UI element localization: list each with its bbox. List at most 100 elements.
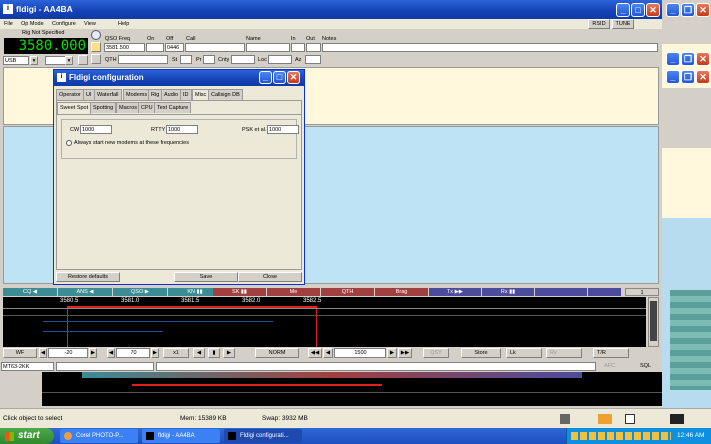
macro-page[interactable]: 1 [625, 288, 659, 296]
norm-button[interactable]: NORM [255, 348, 299, 358]
mode-select[interactable]: USB [3, 56, 29, 65]
range-down-icon[interactable]: ◀ [107, 348, 115, 358]
config-close-icon[interactable]: ✕ [287, 71, 300, 84]
macro-11[interactable] [535, 288, 587, 296]
macro-8[interactable]: Brag [375, 288, 428, 296]
psk-sweet-spot-field[interactable]: 1000 [267, 125, 299, 134]
close-button[interactable]: Close [238, 272, 302, 282]
notes-field[interactable] [322, 43, 658, 52]
tray-app-icon-4[interactable] [670, 414, 684, 424]
rig-circle-icon[interactable] [91, 30, 101, 40]
macro-9[interactable]: Tx ▶▶ [429, 288, 481, 296]
zoom-button[interactable]: x1 [163, 348, 189, 358]
rst-out-field[interactable] [306, 43, 321, 52]
wf-right-icon[interactable]: ▶ [223, 348, 235, 358]
tr-button[interactable]: T/R [593, 348, 629, 358]
bg3-minimize-icon[interactable]: _ [666, 70, 680, 84]
azimuth-field[interactable] [305, 55, 321, 64]
save-button[interactable]: Save [174, 272, 238, 282]
bg-minimize-icon[interactable]: _ [666, 3, 680, 17]
task-config[interactable]: Fldigi configurati... [224, 429, 302, 443]
fast-fwd-icon[interactable]: ▶▶ [398, 348, 412, 358]
fast-back-icon[interactable]: ◀◀ [308, 348, 322, 358]
subtab-sweet-spot[interactable]: Sweet Spot [57, 102, 92, 114]
macro-6[interactable]: Me [267, 288, 320, 296]
fwd-icon[interactable]: ▶ [387, 348, 397, 358]
afc-label[interactable]: AFC [604, 363, 615, 369]
bg2-restore-icon[interactable]: ❐ [681, 52, 695, 66]
mode-dropdown-icon[interactable]: ▾ [30, 56, 38, 65]
tab-audio[interactable]: Audio [161, 89, 182, 100]
reverse-button[interactable]: Rv [546, 348, 582, 358]
rst-in-field[interactable] [291, 43, 305, 52]
menu-view[interactable]: View [84, 21, 96, 27]
always-start-checkbox[interactable] [66, 140, 72, 146]
range-field[interactable]: 70 [116, 348, 150, 358]
rtty-sweet-spot-field[interactable]: 1000 [166, 125, 198, 134]
macro-1[interactable]: CQ ◀ [3, 288, 57, 296]
subtab-text-capture[interactable]: Text Capture [154, 102, 192, 113]
tab-waterfall[interactable]: Waterfall [94, 89, 122, 100]
ref-up-icon[interactable]: ▶ [89, 348, 97, 358]
qsy-button[interactable]: QSY [423, 348, 449, 358]
bg3-close-icon[interactable]: ✕ [696, 70, 710, 84]
tab-modems[interactable]: Modems [123, 89, 151, 100]
carrier-field[interactable]: 1500 [334, 348, 386, 358]
qso-freq-field[interactable]: 3581.500 [104, 43, 145, 52]
range-up-icon[interactable]: ▶ [151, 348, 159, 358]
tune-button[interactable]: TUNE [612, 19, 634, 29]
bg-restore-icon[interactable]: ❐ [681, 3, 695, 17]
sql-label[interactable]: SQL [640, 363, 651, 369]
tray-icons[interactable] [571, 432, 671, 440]
mode-status[interactable]: MT63-2KK [1, 362, 54, 371]
lock-button[interactable]: Lk [506, 348, 542, 358]
ref-level-field[interactable]: -20 [48, 348, 88, 358]
bg-close-icon[interactable]: ✕ [696, 3, 710, 17]
config-maximize-icon[interactable]: □ [273, 71, 286, 84]
tab-ui[interactable]: UI [83, 89, 95, 100]
rig-icon-1[interactable] [78, 55, 88, 65]
macro-10[interactable]: Rx ▮▮ [482, 288, 534, 296]
main-titlebar[interactable]: i fldigi - AA4BA [0, 0, 662, 19]
on-time-field[interactable] [146, 43, 164, 52]
tab-operator[interactable]: Operator [56, 89, 84, 100]
task-fldigi[interactable]: fldigi - AA4BA [142, 429, 220, 443]
config-minimize-icon[interactable]: _ [259, 71, 272, 84]
main-minimize-icon[interactable]: _ [616, 3, 630, 17]
main-maximize-icon[interactable]: □ [631, 3, 645, 17]
ref-down-icon[interactable]: ◀ [39, 348, 47, 358]
off-time-field[interactable]: 0446 [165, 43, 184, 52]
tray-app-icon-2[interactable] [598, 414, 612, 424]
macro-12[interactable] [588, 288, 621, 296]
macro-5[interactable]: SK ▮▮ [213, 288, 266, 296]
wf-pause-icon[interactable]: ▮ [208, 348, 220, 358]
waterfall-scrollbar[interactable] [648, 297, 659, 347]
subtab-spotting[interactable]: Spotting [90, 102, 117, 113]
freq-display[interactable]: 3580.000 [4, 38, 88, 54]
rsid-button[interactable]: RSID [588, 19, 610, 29]
subtab-cpu[interactable]: CPU [138, 102, 156, 113]
macro-2[interactable]: ANS ◀ [58, 288, 112, 296]
province-field[interactable] [203, 55, 215, 64]
macro-7[interactable]: QTH [321, 288, 374, 296]
menu-configure[interactable]: Configure [52, 21, 76, 27]
bg2-close-icon[interactable]: ✕ [696, 52, 710, 66]
macro-3[interactable]: QSO ▶ [113, 288, 167, 296]
call-field[interactable] [185, 43, 245, 52]
locator-field[interactable] [268, 55, 292, 64]
store-button[interactable]: Store [461, 348, 501, 358]
main-close-icon[interactable]: ✕ [646, 3, 660, 17]
waterfall-display[interactable] [3, 309, 646, 347]
tab-id[interactable]: ID [180, 89, 192, 100]
bg2-minimize-icon[interactable]: _ [666, 52, 680, 66]
clear-icon[interactable] [91, 54, 101, 64]
cw-sweet-spot-field[interactable]: 1000 [80, 125, 112, 134]
menu-op-mode[interactable]: Op Mode [21, 21, 44, 27]
menu-help[interactable]: Help [118, 21, 129, 27]
bw-dropdown-icon[interactable]: ▾ [65, 56, 73, 65]
start-button[interactable]: start [0, 428, 54, 444]
tray-app-icon-1[interactable] [560, 414, 570, 424]
menu-file[interactable]: File [4, 21, 13, 27]
subtab-macros[interactable]: Macros [116, 102, 141, 113]
wf-mode-button[interactable]: WF [3, 348, 37, 358]
